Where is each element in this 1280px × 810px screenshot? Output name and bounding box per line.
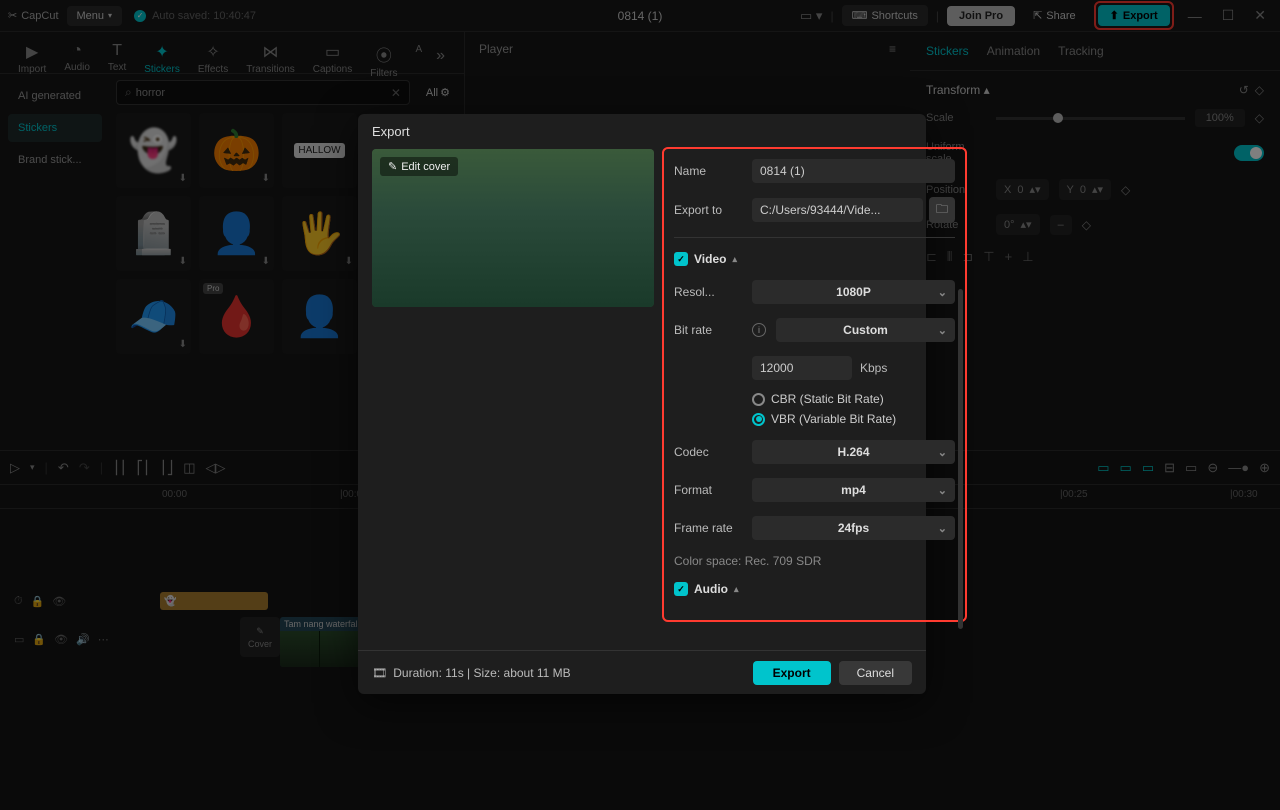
framerate-label: Frame rate bbox=[674, 521, 742, 535]
edit-cover-button[interactable]: ✎ Edit cover bbox=[380, 157, 458, 176]
framerate-select[interactable]: 24fps bbox=[752, 516, 955, 540]
export-preview: ✎ Edit cover bbox=[372, 149, 654, 307]
bitrate-select[interactable]: Custom bbox=[776, 318, 955, 342]
kbps-unit: Kbps bbox=[860, 361, 887, 375]
exportto-label: Export to bbox=[674, 203, 742, 217]
export-dialog: Export ✎ Edit cover Name bbox=[358, 114, 926, 694]
audio-checkbox[interactable]: ✓ bbox=[674, 582, 688, 596]
name-input[interactable] bbox=[752, 159, 955, 183]
dialog-title: Export bbox=[358, 114, 926, 149]
colorspace-info: Color space: Rec. 709 SDR bbox=[674, 554, 955, 568]
vbr-radio[interactable] bbox=[752, 413, 765, 426]
format-select[interactable]: mp4 bbox=[752, 478, 955, 502]
video-checkbox[interactable]: ✓ bbox=[674, 252, 688, 266]
audio-section-header[interactable]: ✓ Audio ▴ bbox=[674, 582, 955, 596]
export-info: 🎞 Duration: 11s | Size: about 11 MB bbox=[372, 666, 571, 680]
cbr-radio[interactable] bbox=[752, 393, 765, 406]
resolution-select[interactable]: 1080P bbox=[752, 280, 955, 304]
codec-select[interactable]: H.264 bbox=[752, 440, 955, 464]
cancel-button[interactable]: Cancel bbox=[839, 661, 912, 685]
kbps-input[interactable] bbox=[752, 356, 852, 380]
video-section-header[interactable]: ✓ Video ▴ bbox=[674, 252, 955, 266]
codec-label: Codec bbox=[674, 445, 742, 459]
exportto-input[interactable] bbox=[752, 198, 923, 222]
export-confirm-button[interactable]: Export bbox=[753, 661, 831, 685]
export-settings-highlight: Name Export to 🗀 ✓ Video ▴ R bbox=[662, 147, 967, 622]
bitrate-label: Bit rate bbox=[674, 323, 742, 337]
vbr-label: VBR (Variable Bit Rate) bbox=[771, 412, 896, 426]
film-icon: 🎞 bbox=[372, 666, 387, 680]
folder-browse-button[interactable]: 🗀 bbox=[929, 197, 955, 223]
name-label: Name bbox=[674, 164, 742, 178]
scrollbar[interactable] bbox=[958, 289, 963, 629]
info-icon[interactable]: i bbox=[752, 323, 766, 337]
cbr-label: CBR (Static Bit Rate) bbox=[771, 392, 884, 406]
format-label: Format bbox=[674, 483, 742, 497]
resolution-label: Resol... bbox=[674, 285, 742, 299]
